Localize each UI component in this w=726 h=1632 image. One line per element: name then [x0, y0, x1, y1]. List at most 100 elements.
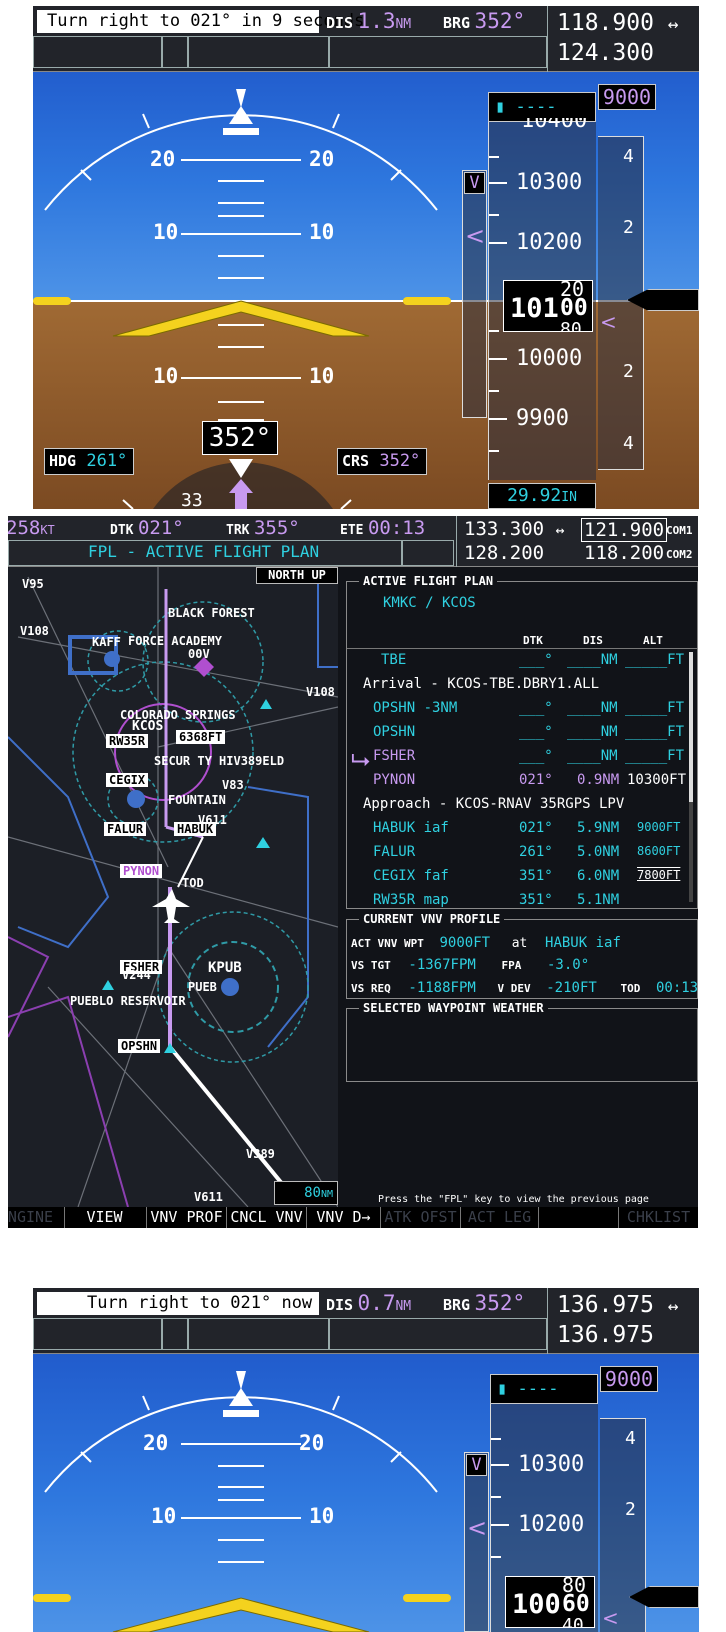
waypoint-weather-panel: SELECTED WAYPOINT WEATHER: [346, 1001, 698, 1082]
com-freq-standby[interactable]: 136.975: [557, 1322, 654, 1348]
softkey-engine[interactable]: ENGINE: [8, 1207, 64, 1228]
map-waypoint-cegix[interactable]: CEGIX: [106, 773, 149, 787]
fpl-scrollbar[interactable]: [689, 652, 693, 902]
crs-label: CRS: [342, 452, 370, 470]
alt-readout-roll: 00: [560, 295, 588, 321]
fpl-wpt-dis: ____NM: [567, 700, 618, 716]
vnv-vs-tgt-label: VS TGT: [351, 959, 391, 972]
brg-label: BRG: [443, 14, 471, 32]
pitch-label: 20: [299, 1431, 325, 1455]
fpl-wpt-name: FALUR: [373, 844, 416, 860]
alt-tape-label: 9900: [516, 406, 569, 431]
softkey-cncl-vnv[interactable]: CNCL VNV: [226, 1207, 306, 1228]
selected-altitude[interactable]: 9000: [600, 1366, 658, 1392]
fpl-wpt-alt: 7800FT: [637, 868, 681, 882]
fpl-wpt-alt: _____FT: [625, 652, 685, 668]
softkey-chklist[interactable]: CHKLIST: [618, 1207, 698, 1228]
vnv-fpa-label: FPA: [501, 959, 522, 972]
dis-label: DIS: [326, 14, 354, 32]
fpl-wpt-dis: ____NM: [567, 748, 618, 764]
fpl-wpt-name: FSHER: [373, 748, 416, 764]
map-label-force-academy: FORCE ACADEMY: [128, 634, 222, 648]
vnv-act-wpt: HABUK iaf: [545, 935, 621, 951]
map-waypoint-pynon[interactable]: PYNON: [120, 864, 163, 878]
fpl-wpt-name: TBE: [381, 652, 407, 668]
fpl-wpt-name: HABUK iaf: [373, 820, 449, 836]
vsi-label: 4: [623, 433, 634, 454]
com1-standby[interactable]: 121.900: [581, 518, 668, 542]
map-range[interactable]: 80NM: [274, 1181, 338, 1205]
com1-label: COM1: [666, 524, 693, 537]
map-range-value: 80: [304, 1185, 321, 1201]
map-waypoint-opshn[interactable]: OPSHN: [118, 1039, 161, 1053]
softkey-act-leg[interactable]: ACT LEG: [460, 1207, 538, 1228]
fpl-col-dtk: DTK: [523, 634, 543, 647]
ete-label: ETE: [340, 523, 364, 538]
dis-unit: NM: [395, 1299, 412, 1314]
alt-tape-label: 10200: [516, 230, 583, 255]
fpl-row[interactable]: PYNON 021° 0.9NM 10300FT: [347, 772, 687, 795]
freq-swap-icon: ↔: [667, 1296, 679, 1317]
navigation-map[interactable]: NORTH UP V95 V108 V108 BLACK FOREST KAFF…: [8, 567, 338, 1207]
fpl-row[interactable]: FALUR 261° 5.0NM 8600FT: [347, 844, 687, 867]
pfd-top-bar: Turn right to 021° in 9 seconds DIS 1.3N…: [33, 6, 699, 72]
vnv-vdev: -210FT: [546, 980, 597, 996]
pitch-label: 20: [309, 147, 335, 171]
fpl-col-alt: ALT: [643, 634, 663, 647]
fpl-procedure-header[interactable]: Approach - KCOS-RNAV 35RGPS LPV: [347, 796, 687, 819]
pitch-label: 10: [309, 220, 335, 244]
softkey-view[interactable]: VIEW: [64, 1207, 144, 1228]
fpl-row[interactable]: TBE ___° ____NM _____FT: [347, 652, 687, 675]
com2-active[interactable]: 128.200: [464, 542, 544, 564]
fpl-row[interactable]: HABUK iaf 021° 5.9NM 9000FT: [347, 820, 687, 843]
selected-altitude[interactable]: 9000: [598, 84, 656, 110]
hdg-select-box[interactable]: HDG 261°: [44, 448, 134, 475]
page-title: FPL - ACTIVE FLIGHT PLAN: [88, 542, 320, 561]
active-flight-plan-panel: ACTIVE FLIGHT PLAN KMKC / KCOS DTK DIS A…: [346, 574, 698, 909]
fpl-procedure-header[interactable]: Arrival - KCOS-TBE.DBRY1.ALL: [347, 676, 687, 699]
fpl-wpt-dis: 5.1NM: [577, 892, 620, 908]
fpl-row[interactable]: OPSHN -3NM ___° ____NM _____FT: [347, 700, 687, 723]
softkey-blank[interactable]: [538, 1207, 618, 1228]
mfd-display: 258KT DTK 021° TRK 355° ETE 00:13 FPL - …: [8, 516, 698, 1228]
altitude-readout: 101 20 00 80: [503, 277, 593, 332]
fpl-row[interactable]: OPSHN ___° ____NM _____FT: [347, 724, 687, 747]
alt-roll-below: 80: [560, 319, 582, 331]
vnav-marker: V: [464, 172, 485, 194]
fpl-wpt-dis: ____NM: [567, 652, 618, 668]
map-waypoint-habuk[interactable]: HABUK: [174, 822, 217, 836]
map-label-pueb: PUEB: [188, 980, 217, 994]
softkey-atk-ofst[interactable]: ATK OFST: [380, 1207, 460, 1228]
fpl-row[interactable]: ⮡ FSHER ___° ____NM _____FT: [347, 746, 687, 774]
com2-standby[interactable]: 118.200: [584, 542, 664, 564]
com-freq-active[interactable]: 136.975: [557, 1292, 654, 1318]
softkey-bar: ENGINE VIEW VNV PROF CNCL VNV VNV D→ ATK…: [8, 1207, 698, 1228]
fpl-row[interactable]: CEGIX faf 351° 6.0NM 7800FT: [347, 868, 687, 891]
softkey-vnv-prof[interactable]: VNV PROF: [146, 1207, 226, 1228]
fpl-wpt-dis: 5.9NM: [577, 820, 620, 836]
map-orientation[interactable]: NORTH UP: [256, 567, 338, 584]
fpl-wpt-dis: 6.0NM: [577, 868, 620, 884]
fpl-wpt-dtk: ___°: [519, 652, 553, 668]
nav-freq-active[interactable]: 118.900: [557, 10, 654, 36]
crs-select-box[interactable]: CRS 352°: [337, 448, 427, 475]
vnv-vdev-label: V DEV: [497, 982, 531, 995]
map-label-v389: V389: [246, 1147, 275, 1161]
map-waypoint-falur[interactable]: FALUR: [104, 822, 147, 836]
vdev-strip: [462, 170, 487, 418]
fpl-title: ACTIVE FLIGHT PLAN: [359, 574, 498, 588]
vnv-act-alt: 9000FT: [439, 935, 491, 951]
map-waypoint-rw35r[interactable]: RW35R: [106, 734, 149, 748]
trk-label: TRK: [226, 523, 250, 538]
altitude-bug-box: ▮ ----: [490, 1374, 598, 1404]
softkey-vnv-direct[interactable]: VNV D→: [306, 1207, 380, 1228]
baro-value: 29.92: [507, 485, 562, 506]
map-label-fountain: FOUNTAIN: [168, 793, 226, 807]
map-label-v611: V611: [194, 1190, 223, 1204]
altitude-bug-value: ----: [515, 97, 557, 117]
baro-setting[interactable]: 29.92IN: [488, 483, 596, 509]
brg-value: 352°: [474, 1291, 526, 1315]
com1-active[interactable]: 133.300: [464, 518, 544, 540]
dis-label: DIS: [326, 1296, 354, 1314]
nav-freq-standby[interactable]: 124.300: [557, 40, 654, 66]
